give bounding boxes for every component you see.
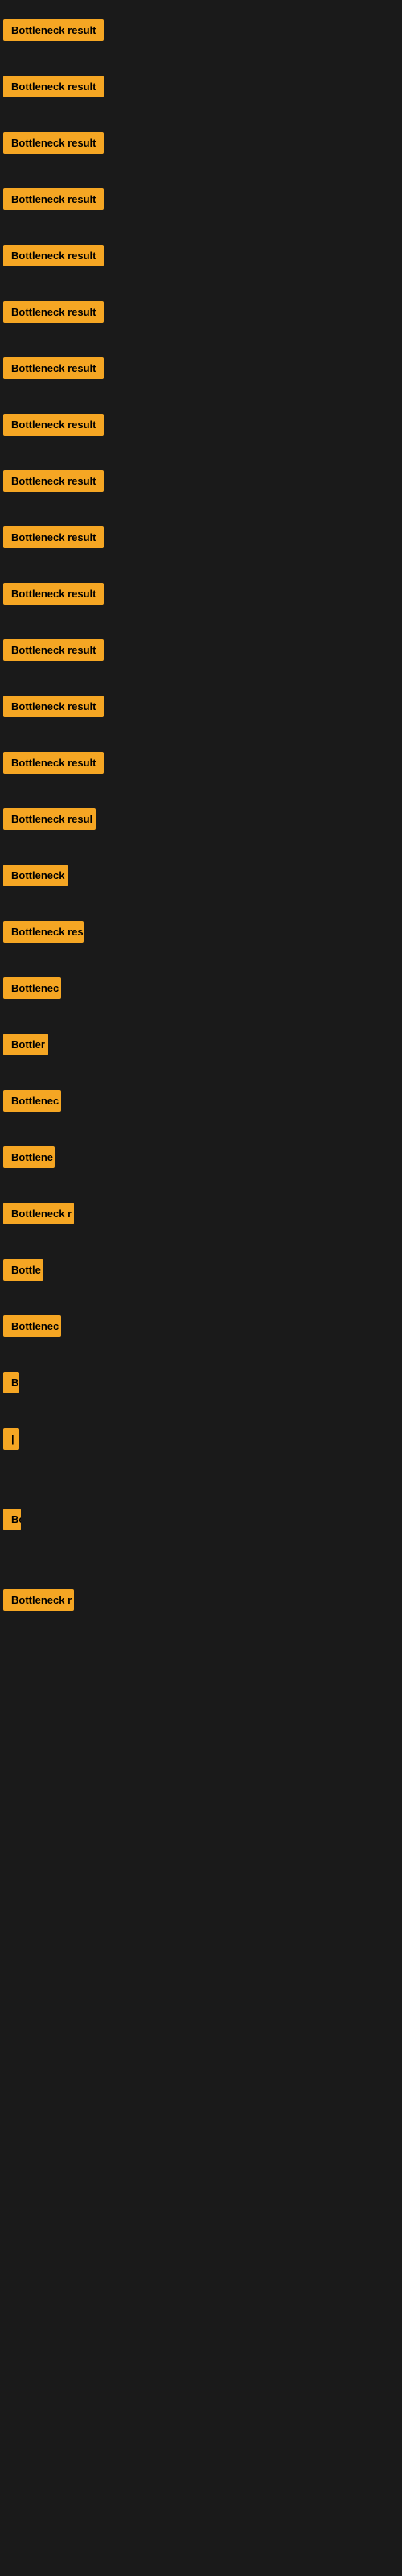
bottleneck-badge-24[interactable]: Bottlenec [3, 1315, 61, 1337]
bottleneck-badge-23[interactable]: Bottle [3, 1259, 43, 1281]
bottleneck-badge-15[interactable]: Bottleneck resul [3, 808, 96, 830]
bottleneck-row-1: Bottleneck result [0, 16, 402, 48]
bottleneck-row-30: Bo [0, 1505, 402, 1538]
bottleneck-row-4: Bottleneck result [0, 185, 402, 217]
bottleneck-row-2: Bottleneck result [0, 72, 402, 105]
bottleneck-badge-26[interactable]: | [3, 1428, 19, 1450]
bottleneck-badge-12[interactable]: Bottleneck result [3, 639, 104, 661]
bottleneck-row-18: Bottlenec [0, 974, 402, 1006]
bottleneck-badge-22[interactable]: Bottleneck r [3, 1203, 74, 1224]
bottleneck-row-24: Bottlenec [0, 1312, 402, 1344]
bottleneck-badge-18[interactable]: Bottlenec [3, 977, 61, 999]
bottleneck-row-15: Bottleneck resul [0, 805, 402, 837]
bottleneck-row-16: Bottleneck [0, 861, 402, 894]
bottleneck-row-25: B [0, 1368, 402, 1401]
bottleneck-row-6: Bottleneck result [0, 298, 402, 330]
bottleneck-badge-16[interactable]: Bottleneck [3, 865, 68, 886]
bottleneck-badge-33[interactable]: Bottleneck r [3, 1589, 74, 1611]
bottleneck-badge-4[interactable]: Bottleneck result [3, 188, 104, 210]
bottleneck-badge-10[interactable]: Bottleneck result [3, 526, 104, 548]
bottleneck-row-17: Bottleneck res [0, 918, 402, 950]
bottleneck-badge-19[interactable]: Bottler [3, 1034, 48, 1055]
bottleneck-badge-11[interactable]: Bottleneck result [3, 583, 104, 605]
bottleneck-row-13: Bottleneck result [0, 692, 402, 724]
bottleneck-row-8: Bottleneck result [0, 411, 402, 443]
bottleneck-badge-2[interactable]: Bottleneck result [3, 76, 104, 97]
bottleneck-row-11: Bottleneck result [0, 580, 402, 612]
bottleneck-row-33: Bottleneck r [0, 1586, 402, 1618]
site-title [0, 0, 402, 13]
bottleneck-row-23: Bottle [0, 1256, 402, 1288]
bottleneck-badge-14[interactable]: Bottleneck result [3, 752, 104, 774]
bottleneck-row-9: Bottleneck result [0, 467, 402, 499]
bottleneck-row-19: Bottler [0, 1030, 402, 1063]
bottleneck-badge-3[interactable]: Bottleneck result [3, 132, 104, 154]
bottleneck-badge-20[interactable]: Bottlenec [3, 1090, 61, 1112]
bottleneck-badge-13[interactable]: Bottleneck result [3, 696, 104, 717]
bottleneck-badge-8[interactable]: Bottleneck result [3, 414, 104, 436]
bottleneck-badge-6[interactable]: Bottleneck result [3, 301, 104, 323]
bottleneck-row-10: Bottleneck result [0, 523, 402, 555]
bottleneck-badge-7[interactable]: Bottleneck result [3, 357, 104, 379]
bottleneck-badge-25[interactable]: B [3, 1372, 19, 1393]
bottleneck-badge-17[interactable]: Bottleneck res [3, 921, 84, 943]
bottleneck-row-12: Bottleneck result [0, 636, 402, 668]
bottleneck-badge-5[interactable]: Bottleneck result [3, 245, 104, 266]
bottleneck-row-20: Bottlenec [0, 1087, 402, 1119]
bottleneck-row-7: Bottleneck result [0, 354, 402, 386]
bottleneck-badge-9[interactable]: Bottleneck result [3, 470, 104, 492]
bottleneck-badge-21[interactable]: Bottlene [3, 1146, 55, 1168]
bottleneck-badge-30[interactable]: Bo [3, 1509, 21, 1530]
bottleneck-row-14: Bottleneck result [0, 749, 402, 781]
bottleneck-row-5: Bottleneck result [0, 242, 402, 274]
bottleneck-row-26: | [0, 1425, 402, 1457]
bottleneck-row-3: Bottleneck result [0, 129, 402, 161]
bottleneck-badge-1[interactable]: Bottleneck result [3, 19, 104, 41]
bottleneck-row-21: Bottlene [0, 1143, 402, 1175]
bottleneck-row-22: Bottleneck r [0, 1199, 402, 1232]
